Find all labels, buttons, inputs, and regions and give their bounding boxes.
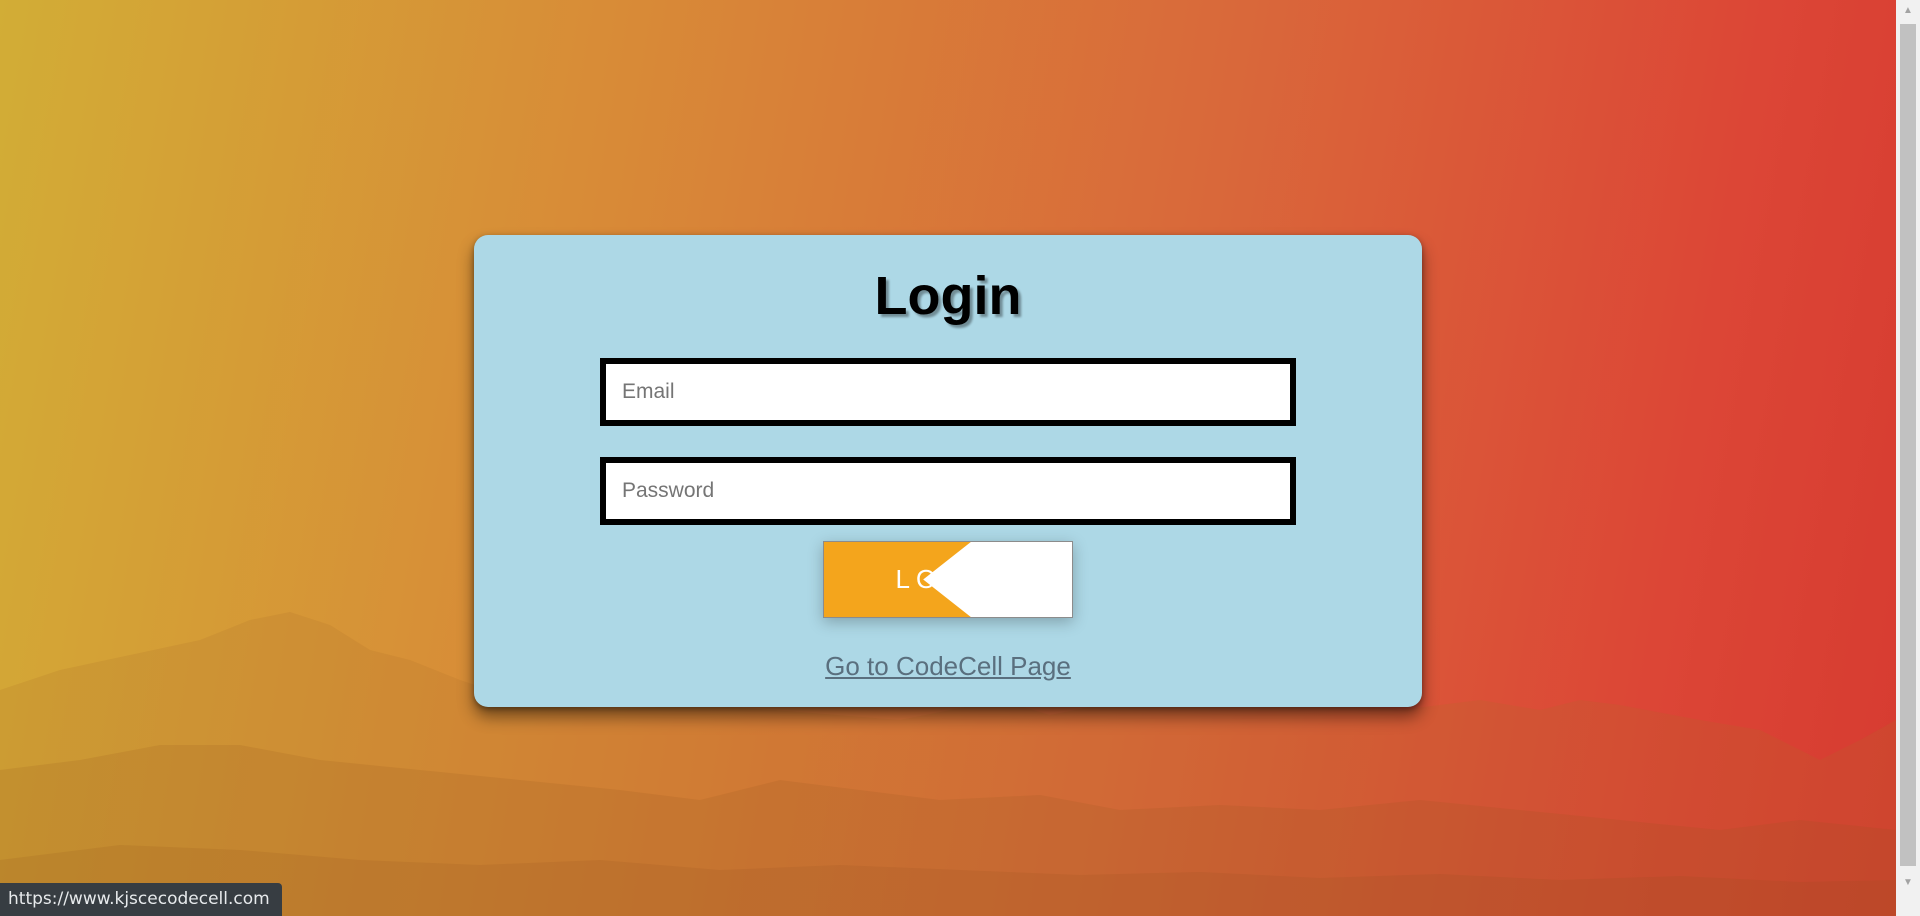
- login-button[interactable]: LOGIN: [823, 541, 1073, 618]
- scrollbar-thumb[interactable]: [1900, 24, 1916, 866]
- status-bar-url: https://www.kjscecodecell.com: [0, 883, 282, 916]
- codecell-page-link[interactable]: Go to CodeCell Page: [474, 651, 1422, 682]
- password-field[interactable]: [600, 457, 1296, 525]
- login-title: Login: [874, 266, 1022, 326]
- login-button-label: LOGIN: [895, 564, 1007, 594]
- page: Login LOGIN Go to CodeCell Page https://…: [0, 0, 1920, 916]
- email-field[interactable]: [600, 358, 1296, 426]
- vertical-scrollbar[interactable]: ▲ ▼: [1896, 0, 1920, 916]
- arrow-down-icon[interactable]: ▼: [1896, 872, 1920, 894]
- arrow-up-icon[interactable]: ▲: [1896, 0, 1920, 22]
- login-card: Login LOGIN Go to CodeCell Page: [474, 235, 1422, 707]
